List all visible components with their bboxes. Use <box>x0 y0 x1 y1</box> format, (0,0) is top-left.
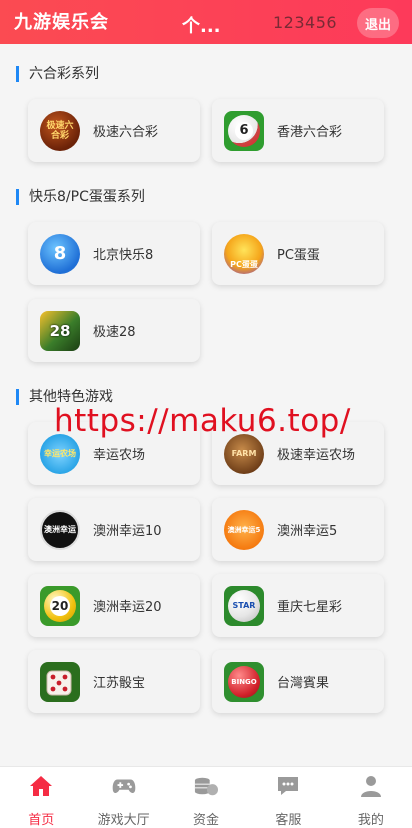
game-card-au-lucky5[interactable]: 澳洲幸运5 澳洲幸运5 <box>212 498 384 561</box>
coins-icon <box>194 775 219 797</box>
game-card-cq-star[interactable]: STAR 重庆七星彩 <box>212 574 384 637</box>
tab-label: 我的 <box>357 813 384 828</box>
taiwan-bingo-icon-badge: BINGO <box>231 677 257 686</box>
game-label: 澳洲幸运5 <box>277 524 338 539</box>
beijing-kuaile8-icon: 8 <box>40 233 80 274</box>
tab-label: 首页 <box>28 813 55 828</box>
logout-button[interactable]: 退出 <box>357 8 399 38</box>
au-lucky5-icon-badge: 澳洲幸运5 <box>227 525 261 534</box>
game-card-jisu-liuhecai[interactable]: 极速六合彩 极速六合彩 <box>28 99 200 162</box>
game-card-beijing-kuaile8[interactable]: 8 北京快乐8 <box>28 222 200 285</box>
game-label: PC蛋蛋 <box>277 248 320 263</box>
game-label: 幸运农场 <box>93 448 146 463</box>
jisu28-icon: 28 <box>40 310 80 351</box>
lucky-farm-icon: 幸运农场 <box>40 433 80 474</box>
pc-egg-chick-icon: PC蛋蛋 <box>224 233 264 274</box>
app-brand: 九游娱乐会 <box>14 12 109 33</box>
game-label: 极速幸运农场 <box>277 448 356 463</box>
user-icon <box>359 775 383 797</box>
home-icon <box>29 775 53 797</box>
dice-icon-svg <box>46 670 72 695</box>
section-title-liuhecai: 六合彩系列 <box>16 65 99 83</box>
game-label: 澳洲幸运10 <box>93 524 162 539</box>
game-card-au-lucky20[interactable]: 20 澳洲幸运20 <box>28 574 200 637</box>
section-title-kuaile8: 快乐8/PC蛋蛋系列 <box>16 188 145 206</box>
taiwan-bingo-icon: BINGO <box>224 661 264 702</box>
game-card-jiangsu-dice[interactable]: 江苏骰宝 <box>28 650 200 713</box>
top-header: 九游娱乐会 个... 123456 退出 <box>0 0 412 44</box>
game-card-au-lucky10[interactable]: 澳洲幸运 澳洲幸运10 <box>28 498 200 561</box>
au-lucky20-ball-icon: 20 <box>40 585 80 626</box>
user-id: 123456 <box>273 13 338 32</box>
cq-star-ball-icon: STAR <box>224 585 264 626</box>
dice-icon <box>40 661 80 702</box>
tab-label: 资金 <box>193 813 220 828</box>
tab-game-hall[interactable]: 游戏大厅 <box>82 767 164 828</box>
au-lucky10-icon-badge: 澳洲幸运 <box>44 525 76 534</box>
jisu-liuhecai-icon-badge: 极速六合彩 <box>46 120 74 141</box>
game-label: 重庆七星彩 <box>277 600 343 615</box>
jisu-lucky-farm-icon: FARM <box>224 433 264 474</box>
game-label: 香港六合彩 <box>277 125 343 140</box>
hk-liuhecai-ball-icon: 6 <box>224 110 264 151</box>
watermark-url: https://maku6.top/ <box>54 403 351 439</box>
game-label: 极速28 <box>93 325 136 340</box>
chat-icon <box>276 775 300 797</box>
bottom-tabbar: 首页 游戏大厅 资金 客服 我的 <box>0 766 412 828</box>
game-card-taiwan-bingo[interactable]: BINGO 台灣賓果 <box>212 650 384 713</box>
gamepad-icon <box>112 775 136 797</box>
game-card-hk-liuhecai[interactable]: 6 香港六合彩 <box>212 99 384 162</box>
tab-home[interactable]: 首页 <box>0 767 82 828</box>
jisu28-icon-badge: 28 <box>49 321 71 340</box>
game-card-jisu28[interactable]: 28 极速28 <box>28 299 200 362</box>
au-lucky10-icon: 澳洲幸运 <box>40 509 80 550</box>
au-lucky20-ball-number: 20 <box>50 595 70 616</box>
game-label: 极速六合彩 <box>93 125 159 140</box>
game-label: 北京快乐8 <box>93 248 154 263</box>
cq-star-ball-text: STAR <box>232 601 256 610</box>
hk-liuhecai-ball-number: 6 <box>235 121 253 140</box>
tab-label: 客服 <box>275 813 302 828</box>
game-label: 台灣賓果 <box>277 676 330 691</box>
jisu-liuhecai-icon: 极速六合彩 <box>40 110 80 151</box>
username[interactable]: 个... <box>182 12 221 38</box>
game-label: 澳洲幸运20 <box>93 600 162 615</box>
jisu-lucky-farm-icon-badge: FARM <box>231 449 257 458</box>
game-label: 江苏骰宝 <box>93 676 146 691</box>
tab-service[interactable]: 客服 <box>247 767 329 828</box>
beijing-kuaile8-icon-badge: 8 <box>53 243 67 264</box>
tab-mine[interactable]: 我的 <box>330 767 412 828</box>
au-lucky5-icon: 澳洲幸运5 <box>224 509 264 550</box>
tab-funds[interactable]: 资金 <box>165 767 247 828</box>
pc-egg-chick-icon-badge: PC蛋蛋 <box>230 259 258 269</box>
game-card-pc-egg[interactable]: PC蛋蛋 PC蛋蛋 <box>212 222 384 285</box>
lucky-farm-icon-badge: 幸运农场 <box>44 449 76 458</box>
tab-label: 游戏大厅 <box>97 813 150 828</box>
